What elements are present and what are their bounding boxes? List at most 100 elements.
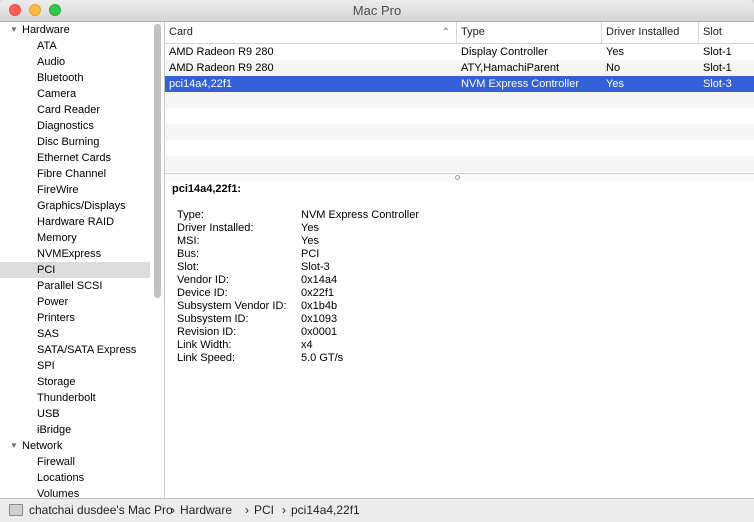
detail-title: pci14a4,22f1: xyxy=(172,183,242,195)
sidebar-item-spi[interactable]: SPI xyxy=(0,358,150,374)
system-information-window: Mac Pro ▼ Hardware ATA Audio Bluetooth Camera… xyxy=(0,0,754,522)
property-label: Revision ID: xyxy=(177,326,237,338)
table-row[interactable]: pci14a4,22f1 NVM Express Controller Yes Slo… xyxy=(165,76,754,92)
sidebar-item-graphics-displays[interactable]: Graphics/Displays xyxy=(0,198,150,214)
sidebar-item-sata-sata-express[interactable]: SATA/SATA Express xyxy=(0,342,150,358)
property-label: Link Speed: xyxy=(177,352,236,364)
table-row[interactable]: AMD Radeon R9 280 Display Controller Yes Sl… xyxy=(165,44,754,60)
property-value: Slot-3 xyxy=(301,261,330,273)
splitter-grip-icon[interactable] xyxy=(455,175,460,180)
table-row-empty xyxy=(165,108,754,124)
sidebar-item-audio[interactable]: Audio xyxy=(0,54,150,70)
property-value: NVM Express Controller xyxy=(301,209,419,221)
column-header-type[interactable]: Type xyxy=(457,22,602,43)
sidebar-item-label: SATA/SATA Express xyxy=(37,344,137,356)
property-label: Driver Installed: xyxy=(177,222,254,234)
table-cell-card: AMD Radeon R9 280 xyxy=(169,62,274,74)
sidebar-item-ata[interactable]: ATA xyxy=(0,38,150,54)
sidebar-item-label: Ethernet Cards xyxy=(37,152,111,164)
table-row-empty xyxy=(165,156,754,172)
sidebar-item-firewire[interactable]: FireWire xyxy=(0,182,150,198)
path-crumb[interactable]: Hardware xyxy=(180,499,232,521)
sidebar-item-volumes[interactable]: Volumes xyxy=(0,486,150,498)
path-separator-icon: › xyxy=(171,503,175,517)
property-value: 0x22f1 xyxy=(301,287,335,299)
property-label: Subsystem Vendor ID: xyxy=(177,300,287,312)
sidebar-item-disc-burning[interactable]: Disc Burning xyxy=(0,134,150,150)
property-value: Yes xyxy=(301,222,319,234)
property-label: Link Width: xyxy=(177,339,232,351)
sidebar-item-firewall[interactable]: Firewall xyxy=(0,454,150,470)
path-crumb[interactable]: chatchai dusdee's Mac Pro xyxy=(29,499,173,521)
sidebar: ▼ Hardware ATA Audio Bluetooth Camera Card Rea… xyxy=(0,22,165,498)
sidebar-item-label: USB xyxy=(37,408,60,420)
title-bar[interactable]: Mac Pro xyxy=(0,0,754,22)
property-value: 0x1093 xyxy=(301,313,338,325)
sidebar-item-storage[interactable]: Storage xyxy=(0,374,150,390)
sidebar-item-label: Memory xyxy=(37,232,77,244)
sidebar-item-label: iBridge xyxy=(37,424,72,436)
sidebar-item-label: Hardware RAID xyxy=(37,216,115,228)
sidebar-item-label: PCI xyxy=(37,264,56,276)
mac-pro-icon xyxy=(9,504,23,516)
sidebar-item-camera[interactable]: Camera xyxy=(0,86,150,102)
sidebar-item-label: Card Reader xyxy=(37,104,100,116)
sidebar-item-label: SAS xyxy=(37,328,60,340)
table-row[interactable]: AMD Radeon R9 280 ATY,HamachiParent No Slot… xyxy=(165,60,754,76)
table-cell-slot: Slot-3 xyxy=(703,78,732,90)
property-value: Yes xyxy=(301,235,319,247)
path-crumb[interactable]: pci14a4,22f1 xyxy=(291,499,360,521)
sidebar-item-card-reader[interactable]: Card Reader xyxy=(0,102,150,118)
sidebar-item-label: Graphics/Displays xyxy=(37,200,126,212)
sidebar-item-hardware-raid[interactable]: Hardware RAID xyxy=(0,214,150,230)
path-separator-icon: › xyxy=(245,503,249,517)
sidebar-section-network[interactable]: ▼ Network xyxy=(0,438,150,454)
sidebar-item-pci[interactable]: PCI xyxy=(0,262,150,278)
sidebar-item-usb[interactable]: USB xyxy=(0,406,150,422)
sidebar-section-hardware[interactable]: ▼ Hardware xyxy=(0,22,150,38)
sidebar-item-locations[interactable]: Locations xyxy=(0,470,150,486)
sidebar-item-parallel-scsi[interactable]: Parallel SCSI xyxy=(0,278,150,294)
sidebar-item-label: Printers xyxy=(37,312,75,324)
sidebar-item-nvmexpress[interactable]: NVMExpress xyxy=(0,246,150,262)
sidebar-item-sas[interactable]: SAS xyxy=(0,326,150,342)
sidebar-item-ethernet-cards[interactable]: Ethernet Cards xyxy=(0,150,150,166)
path-crumb[interactable]: PCI xyxy=(254,499,274,521)
path-bar: chatchai dusdee's Mac Pro › Hardware › PCI › p… xyxy=(0,498,754,522)
disclosure-triangle-icon[interactable]: ▼ xyxy=(10,22,18,38)
sidebar-item-label: Volumes xyxy=(37,488,80,498)
sidebar-item-bluetooth[interactable]: Bluetooth xyxy=(0,70,150,86)
sidebar-item-fibre-channel[interactable]: Fibre Channel xyxy=(0,166,150,182)
sidebar-item-power[interactable]: Power xyxy=(0,294,150,310)
column-header-label: Type xyxy=(461,26,485,38)
sidebar-item-label: Disc Burning xyxy=(37,136,100,148)
table-cell-type: NVM Express Controller xyxy=(461,78,579,90)
column-header-label: Driver Installed xyxy=(606,26,680,38)
sidebar-scrollbar[interactable] xyxy=(154,24,161,298)
sidebar-item-memory[interactable]: Memory xyxy=(0,230,150,246)
table-row-empty xyxy=(165,140,754,156)
column-header-driver-installed[interactable]: Driver Installed xyxy=(602,22,699,43)
property-value: 0x1b4b xyxy=(301,300,338,312)
property-value: 5.0 GT/s xyxy=(301,352,344,364)
sort-chevron-icon: ⌃ xyxy=(441,27,450,38)
sidebar-item-thunderbolt[interactable]: Thunderbolt xyxy=(0,390,150,406)
property-label: MSI: xyxy=(177,235,200,247)
column-header-label: Card xyxy=(169,26,193,38)
property-label: Type: xyxy=(177,209,204,221)
sidebar-item-ibridge[interactable]: iBridge xyxy=(0,422,150,438)
window-title: Mac Pro xyxy=(352,3,402,18)
sidebar-item-label: Fibre Channel xyxy=(37,168,107,180)
sidebar-item-printers[interactable]: Printers xyxy=(0,310,150,326)
column-header-slot[interactable]: Slot xyxy=(699,22,754,43)
sidebar-item-label: Locations xyxy=(37,472,85,484)
sidebar-item-label: NVMExpress xyxy=(37,248,102,260)
disclosure-triangle-icon[interactable]: ▼ xyxy=(10,438,18,454)
table-cell-slot: Slot-1 xyxy=(703,62,732,74)
column-header-card[interactable]: Card ⌃ xyxy=(165,22,457,43)
detail-pane: pci14a4,22f1: Type: NVM Express Controlle… xyxy=(165,182,754,498)
table-cell-driver-installed: Yes xyxy=(606,46,624,58)
sidebar-item-diagnostics[interactable]: Diagnostics xyxy=(0,118,150,134)
sidebar-item-label: Firewall xyxy=(37,456,75,468)
table-cell-driver-installed: Yes xyxy=(606,78,624,90)
